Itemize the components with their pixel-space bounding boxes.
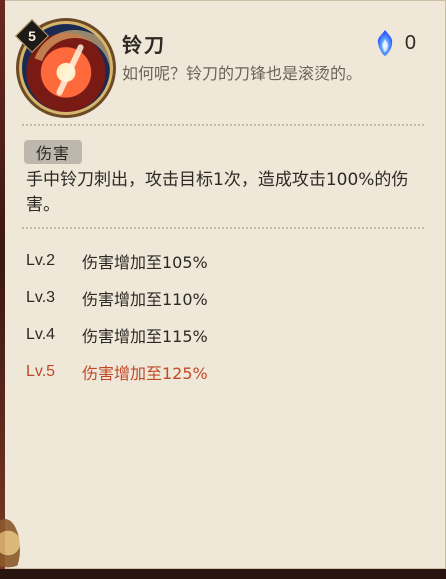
level-row: Lv.3 伤害增加至110% — [26, 279, 426, 316]
soul-cost-value: 0 — [404, 31, 416, 54]
skill-name: 铃刀 — [122, 33, 166, 57]
divider-middle — [22, 227, 424, 229]
flavor-text: 如何呢？铃刀的刀锋也是滚烫的。 — [122, 64, 363, 83]
skill-tooltip-panel: 5 铃刀 0 如何呢？铃刀的刀锋也是滚烫的。 伤害 手中铃刀刺出，攻击目标1次，… — [0, 0, 446, 579]
level-list: Lv.2 伤害增加至105% Lv.3 伤害增加至110% Lv.4 伤害增加至… — [26, 242, 426, 390]
level-effect: 伤害增加至110% — [82, 289, 208, 309]
level-label: Lv.2 — [26, 251, 56, 269]
soul-cost: 0 — [373, 28, 416, 58]
skill-description: 手中铃刀刺出，攻击目标1次，造成攻击100%的伤害。 — [26, 170, 409, 215]
level-effect: 伤害增加至125% — [82, 363, 208, 383]
level-label: Lv.5 — [26, 362, 56, 380]
soul-fire-icon — [377, 30, 393, 56]
level-row: Lv.2 伤害增加至105% — [26, 242, 426, 279]
skill-level-value: 5 — [28, 28, 36, 44]
left-edge-decoration — [0, 0, 5, 569]
level-effect: 伤害增加至115% — [82, 326, 208, 346]
level-effect: 伤害增加至105% — [82, 252, 208, 272]
corner-ornament — [0, 519, 20, 579]
tag-damage: 伤害 — [24, 140, 82, 164]
level-label: Lv.3 — [26, 288, 56, 306]
divider-top — [22, 124, 424, 126]
level-label: Lv.4 — [26, 325, 56, 343]
level-row-current: Lv.5 伤害增加至125% — [26, 353, 426, 390]
level-row: Lv.4 伤害增加至115% — [26, 316, 426, 353]
